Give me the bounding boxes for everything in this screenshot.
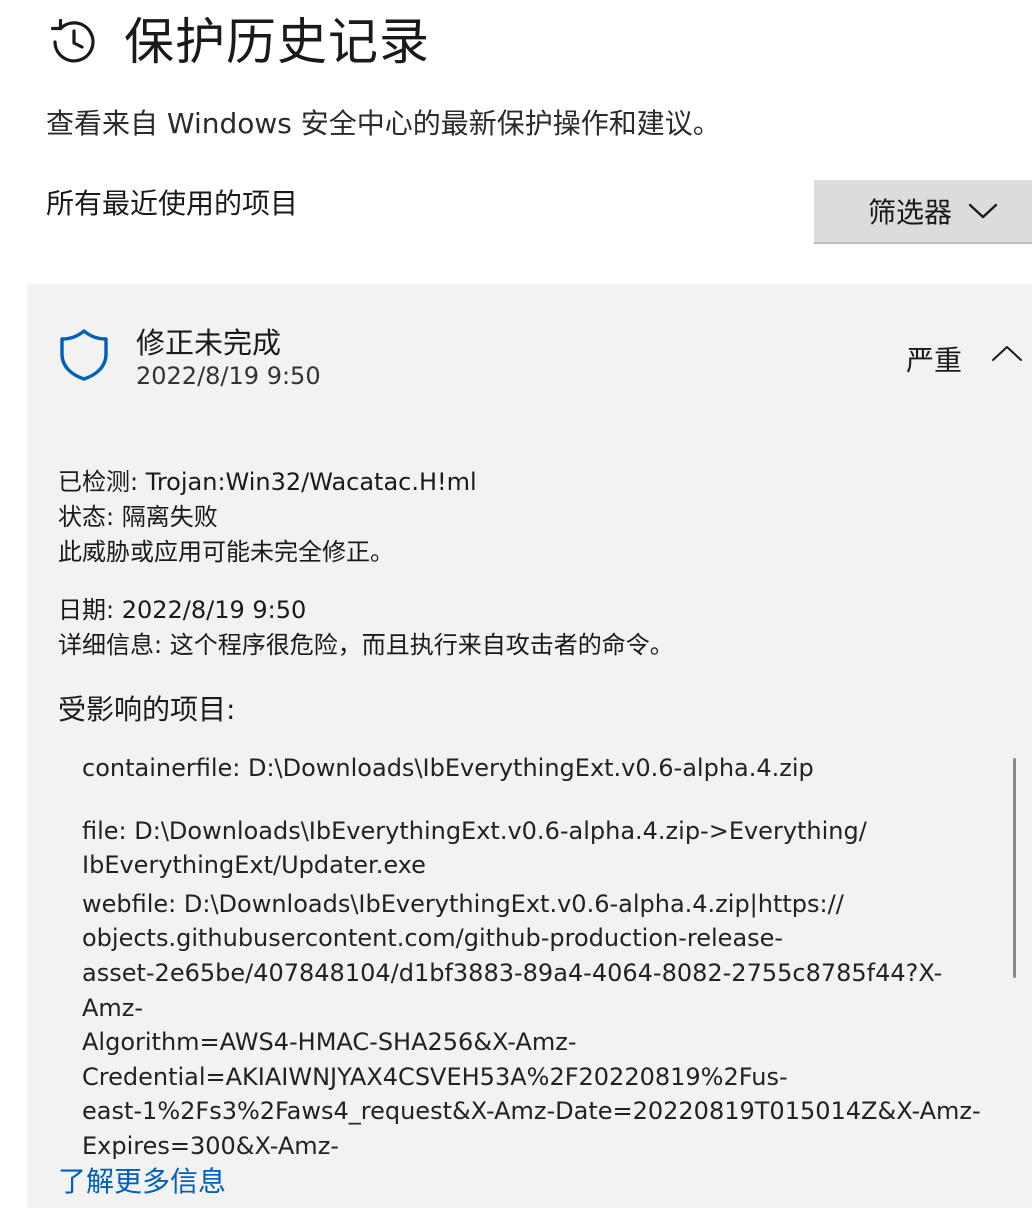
- detection-details: 已检测: Trojan:Win32/Wacatac.H!ml 状态: 隔离失败 …: [58, 465, 477, 570]
- detected-threat: 已检测: Trojan:Win32/Wacatac.H!ml: [58, 468, 477, 496]
- learn-more-link[interactable]: 了解更多信息: [58, 1160, 226, 1200]
- affected-item-webfile: webfile: D:\Downloads\IbEverythingExt.v0…: [82, 889, 981, 1160]
- shield-icon: [60, 329, 108, 381]
- event-timestamp: 2022/8/19 9:50: [136, 362, 321, 390]
- event-date: 日期: 2022/8/19 9:50: [58, 596, 307, 624]
- affected-items-scrollbar[interactable]: [1013, 758, 1016, 978]
- quarantine-status: 状态: 隔离失败: [58, 503, 218, 531]
- event-info: 日期: 2022/8/19 9:50 详细信息: 这个程序很危险，而且执行来自攻…: [58, 593, 674, 663]
- event-title: 修正未完成: [136, 326, 282, 360]
- page-title: 保护历史记录: [124, 13, 430, 71]
- history-clock-icon: [50, 18, 95, 63]
- section-label-recent-items: 所有最近使用的项目: [46, 187, 299, 220]
- protection-history-page: 保护历史记录 查看来自 Windows 安全中心的最新保护操作和建议。 所有最近…: [0, 0, 1032, 1208]
- filter-button[interactable]: 筛选器: [814, 180, 1032, 244]
- filter-button-label: 筛选器: [868, 196, 953, 229]
- remediation-note: 此威胁或应用可能未完全修正。: [58, 538, 394, 566]
- chevron-up-icon[interactable]: [991, 344, 1023, 362]
- page-subtitle: 查看来自 Windows 安全中心的最新保护操作和建议。: [46, 107, 721, 140]
- event-description: 详细信息: 这个程序很危险，而且执行来自攻击者的命令。: [58, 631, 674, 659]
- severity-label: 严重: [906, 344, 963, 377]
- affected-item-file: file: D:\Downloads\IbEverythingExt.v0.6-…: [82, 816, 867, 880]
- affected-items-list: containerfile: D:\Downloads\IbEverything…: [82, 751, 982, 1164]
- chevron-down-icon: [968, 203, 998, 219]
- affected-item-containerfile: containerfile: D:\Downloads\IbEverything…: [82, 754, 814, 782]
- page-header: 保护历史记录: [46, 6, 430, 78]
- affected-items-label: 受影响的项目:: [58, 693, 236, 726]
- threat-event-card: 修正未完成 2022/8/19 9:50 严重 已检测: Trojan:Win3…: [27, 284, 1032, 1208]
